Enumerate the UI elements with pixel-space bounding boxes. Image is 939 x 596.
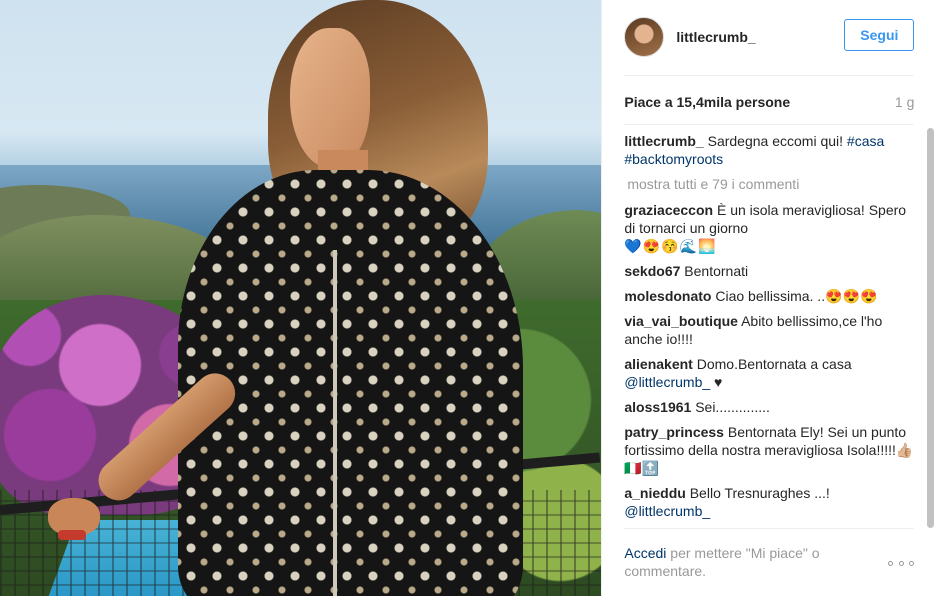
comment-text: Sei.............. xyxy=(691,399,770,415)
comment-author[interactable]: a_nieddu xyxy=(624,485,685,501)
comment-author[interactable]: alienakent xyxy=(624,356,692,372)
post-photo[interactable] xyxy=(0,0,602,596)
login-link[interactable]: Accedi xyxy=(624,545,666,561)
dot-icon xyxy=(909,560,914,566)
header-divider xyxy=(624,75,915,76)
username-link[interactable]: littlecrumb_ xyxy=(676,29,755,45)
comment-author[interactable]: patry_princess xyxy=(624,424,724,440)
more-options-icon[interactable] xyxy=(888,558,914,568)
comment-author[interactable]: aloss1961 xyxy=(624,399,691,415)
avatar[interactable] xyxy=(624,17,665,57)
comment-item: via_vai_boutique Abito bellissimo,ce l'h… xyxy=(624,312,914,348)
comment-item: graziaceccon È un isola meravigliosa! Sp… xyxy=(624,201,914,255)
dot-icon xyxy=(898,560,904,566)
post-header: littlecrumb_ Segui xyxy=(624,14,915,60)
comment-item: sekdo67 Bentornati xyxy=(624,262,914,280)
comment-item: aloss1961 Sei.............. xyxy=(624,398,914,416)
likes-row: Piace a 15,4mila persone 1 g xyxy=(624,94,914,110)
comment-author[interactable]: molesdonato xyxy=(624,288,711,304)
mention-link[interactable]: @littlecrumb_ xyxy=(624,374,710,390)
follow-button[interactable]: Segui xyxy=(844,19,915,51)
scrollbar-thumb[interactable] xyxy=(927,128,934,528)
hashtag-link[interactable]: #backtomyroots xyxy=(624,151,723,167)
login-prompt: Accedi per mettere "Mi piace" o commenta… xyxy=(624,544,874,580)
comment-text: Bello Tresnuraghes ...! xyxy=(685,485,830,501)
comment-author[interactable]: via_vai_boutique xyxy=(624,313,738,329)
caption-author[interactable]: littlecrumb_ xyxy=(624,133,703,149)
comment-item: patry_princess Bentornata Ely! Sei un pu… xyxy=(624,423,914,477)
comment-emoji: 💙😍😚🌊🌅 xyxy=(624,238,717,254)
footer-divider xyxy=(624,528,915,529)
comment-item: alienakent Domo.Bentornata a casa @littl… xyxy=(624,355,914,391)
post-modal: littlecrumb_ Segui Piace a 15,4mila pers… xyxy=(0,0,939,596)
caption-text: Sardegna eccomi qui! xyxy=(703,133,847,149)
likes-count[interactable]: Piace a 15,4mila persone xyxy=(624,94,790,110)
photo-nails xyxy=(58,530,86,540)
comments-scrollbar[interactable] xyxy=(927,128,934,528)
comment-text: Ciao bellissima. ..😍😍😍 xyxy=(711,288,878,304)
comment-author[interactable]: sekdo67 xyxy=(624,263,680,279)
comment-text: Bentornati xyxy=(680,263,749,279)
comment-text: ♥ xyxy=(710,374,723,390)
comment-item: a_nieddu Bello Tresnuraghes ...! @little… xyxy=(624,484,914,520)
hashtag-link[interactable]: #casa xyxy=(847,133,884,149)
comment-item: molesdonato Ciao bellissima. ..😍😍😍 xyxy=(624,287,914,305)
comment-author[interactable]: graziaceccon xyxy=(624,202,713,218)
comment-text: Domo.Bentornata a casa xyxy=(692,356,852,372)
show-all-comments-link[interactable]: mostra tutti e 79 i commenti xyxy=(627,175,914,193)
post-side-panel: littlecrumb_ Segui Piace a 15,4mila pers… xyxy=(601,0,939,596)
photo-face xyxy=(290,28,370,168)
caption: littlecrumb_ Sardegna eccomi qui! #casa … xyxy=(624,132,914,168)
comments-list[interactable]: littlecrumb_ Sardegna eccomi qui! #casa … xyxy=(624,132,914,522)
dot-icon xyxy=(888,560,893,566)
photo-zipper xyxy=(333,250,337,596)
post-time[interactable]: 1 g xyxy=(895,94,914,110)
mention-link[interactable]: @littlecrumb_ xyxy=(624,503,710,519)
likes-divider xyxy=(624,124,915,125)
